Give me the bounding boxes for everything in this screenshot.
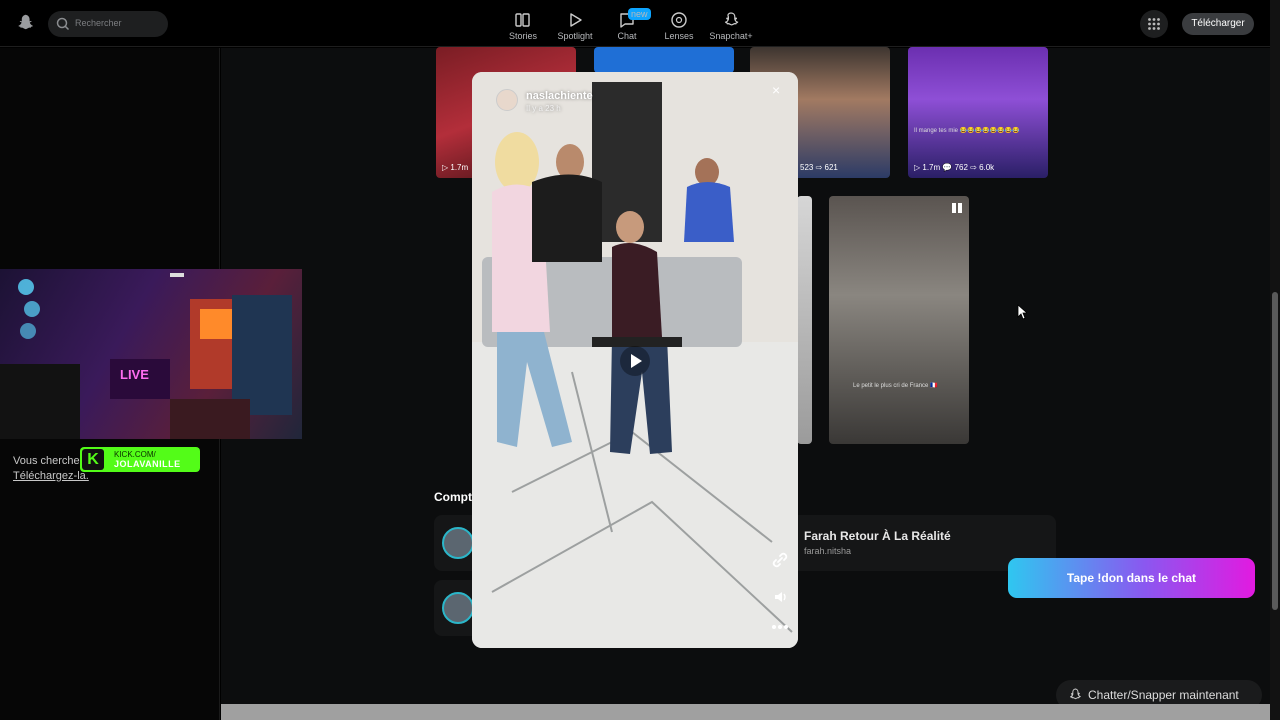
tile-stats: ▷ 1.7m 💬 762 ⇨ 6.0k xyxy=(914,163,995,172)
search-placeholder: Rechercher xyxy=(75,18,122,28)
download-button[interactable]: Télécharger xyxy=(1182,13,1254,35)
svg-text:LIVE: LIVE xyxy=(120,367,149,382)
story-timestamp: Il y a 23 h xyxy=(526,104,561,113)
nav-lenses[interactable]: Lenses xyxy=(652,0,706,47)
story-avatar[interactable] xyxy=(496,89,518,111)
nav-label: Chat xyxy=(617,31,637,41)
donation-banner: Tape !don dans le chat xyxy=(1008,558,1255,598)
snapchat-logo-icon[interactable] xyxy=(14,12,36,34)
kick-url: KICK.COM/ xyxy=(114,450,156,459)
account-name: Farah Retour À La Réalité xyxy=(804,529,951,543)
tile-caption: Il mange tes mie 😂😂😂😂😂😂😂😂 xyxy=(914,128,1020,134)
play-icon xyxy=(631,354,642,368)
nav-label: Spotlight xyxy=(557,31,593,41)
ghost-icon xyxy=(1069,688,1081,700)
nav-spotlight[interactable]: Spotlight xyxy=(548,0,602,47)
scrollbar-thumb[interactable] xyxy=(1272,292,1278,610)
top-bar: Rechercher Stories Spotlight new Chat Le… xyxy=(0,0,1270,47)
search-input[interactable]: Rechercher xyxy=(48,11,168,37)
bottom-strip xyxy=(221,704,1270,720)
spotlight-icon xyxy=(570,13,582,27)
nav-chat[interactable]: new Chat xyxy=(600,0,654,47)
chat-snap-now-label: Chatter/Snapper maintenant xyxy=(1088,688,1239,702)
account-handle: farah.nitsha xyxy=(804,546,852,556)
kick-channel-badge: K KICK.COM/ JOLAVANILLE xyxy=(80,447,200,472)
nav-snapchat-plus[interactable]: Snapchat+ xyxy=(704,0,758,47)
stories-icon xyxy=(515,13,530,27)
spotlight-tile[interactable] xyxy=(594,47,734,73)
nav-label: Lenses xyxy=(664,31,694,41)
tile-caption: Le petit le plus cri de France 🇫🇷 xyxy=(853,383,938,389)
more-options-icon[interactable] xyxy=(770,622,790,632)
new-badge: new xyxy=(628,8,651,20)
avatar xyxy=(442,527,474,559)
apps-grid-icon xyxy=(1148,18,1160,30)
story-username[interactable]: naslachiente xyxy=(526,90,593,102)
kick-logo-icon: K xyxy=(82,449,104,470)
play-button[interactable] xyxy=(620,346,650,376)
apps-grid-button[interactable] xyxy=(1140,10,1168,38)
spotlight-tile[interactable] xyxy=(797,196,812,444)
snapchat-plus-icon xyxy=(724,12,739,26)
tile-stats: ▷ 1.7m xyxy=(442,163,469,172)
section-title: Compt xyxy=(434,490,472,504)
story-modal[interactable]: naslachiente Il y a 23 h × xyxy=(472,72,798,648)
avatar xyxy=(442,592,474,624)
nav-label: Snapchat+ xyxy=(709,31,753,41)
lenses-icon xyxy=(671,12,687,28)
kick-channel: JOLAVANILLE xyxy=(114,459,181,469)
close-button[interactable]: × xyxy=(772,82,780,98)
multi-snap-icon xyxy=(952,203,962,213)
link-icon[interactable] xyxy=(770,550,790,570)
stream-webcam: LIVE xyxy=(0,269,302,439)
webcam-scene: LIVE xyxy=(0,273,292,439)
spotlight-tile[interactable]: Le petit le plus cri de France 🇫🇷 xyxy=(829,196,969,444)
nav-stories[interactable]: Stories xyxy=(496,0,550,47)
download-link[interactable]: Téléchargez-la. xyxy=(13,470,89,482)
tile-stats: 523 ⇨ 621 xyxy=(800,163,838,172)
search-icon xyxy=(56,17,70,31)
mouse-cursor-icon xyxy=(1017,304,1027,320)
volume-icon[interactable] xyxy=(772,588,790,606)
nav-label: Stories xyxy=(508,31,537,41)
spotlight-tile[interactable]: Il mange tes mie 😂😂😂😂😂😂😂😂 ▷ 1.7m 💬 762 ⇨… xyxy=(908,47,1048,178)
